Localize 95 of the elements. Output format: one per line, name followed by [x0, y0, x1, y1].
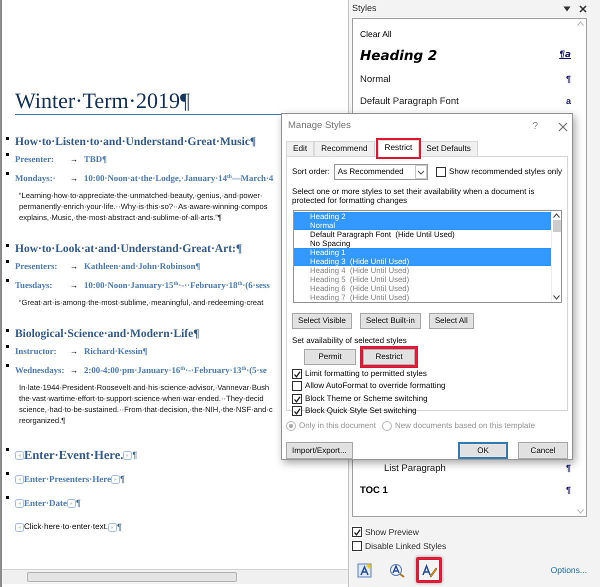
- help-button[interactable]: ?: [532, 119, 538, 134]
- paragraph-mark: ¶: [117, 521, 122, 534]
- paragraph-mark: ¶: [132, 449, 138, 462]
- tab[interactable]: Recommend: [314, 140, 375, 156]
- checkbox[interactable]: [436, 166, 446, 176]
- bullet-icon: [6, 345, 9, 348]
- tab[interactable]: Edit: [286, 140, 314, 156]
- tab[interactable]: Restrict: [378, 140, 420, 156]
- style-name[interactable]: Clear All: [360, 28, 392, 40]
- dialog-button[interactable]: Import/Export...: [286, 442, 353, 460]
- section-heading: How·to·Look·at·and·Understand·Great·Art:¶: [15, 242, 242, 257]
- style-name[interactable]: TOC 1: [360, 484, 388, 498]
- tab[interactable]: Set Defaults: [419, 140, 478, 156]
- style-type-mark: ¶: [566, 73, 571, 86]
- checkbox-label: Block Theme or Scheme switching: [305, 392, 428, 405]
- options-link[interactable]: Options...: [550, 564, 587, 576]
- bullet-icon: [6, 279, 9, 282]
- detail-value: 10:00·Noon·January·15$^{th}$·-··February·18$^{th}$·(6·sess: [84, 279, 270, 292]
- detail-value: 10:00·Noon·at·the·Lodge,·January·14$^{th}$—March·4: [84, 172, 274, 185]
- checkbox[interactable]: [292, 406, 302, 416]
- tab-arrow: →: [70, 261, 79, 273]
- select-button[interactable]: Select All: [428, 312, 474, 328]
- tab-arrow: →: [70, 365, 79, 377]
- style-type-mark: a: [566, 95, 571, 108]
- checkbox[interactable]: [352, 527, 362, 537]
- style-name[interactable]: Normal: [360, 72, 391, 88]
- checkbox[interactable]: [292, 368, 302, 379]
- checkbox-label: Allow AutoFormat to override formatting: [305, 380, 446, 392]
- style-name[interactable]: Default Paragraph Font: [360, 94, 459, 110]
- scroll-down-icon[interactable]: [553, 294, 560, 300]
- availability-button[interactable]: Permit: [304, 348, 356, 364]
- close-icon[interactable]: [579, 5, 587, 13]
- radio-label: Only in this document: [299, 420, 376, 432]
- scroll-up-icon[interactable]: [553, 212, 560, 218]
- detail-label: Mondays:·: [15, 172, 57, 185]
- radio-label: New documents based on this template: [394, 420, 536, 432]
- scrollbar-thumb[interactable]: [27, 572, 237, 582]
- field-label: Sort order:: [292, 166, 330, 178]
- detail-value: Richard·Kessin¶: [84, 345, 148, 358]
- checkbox-label: Block Quick Style Set switching: [305, 405, 417, 418]
- checkbox-label: Show recommended styles only: [449, 166, 562, 178]
- dialog-button[interactable]: Cancel: [518, 442, 568, 460]
- detail-label: Tuesdays:: [15, 279, 54, 292]
- checkbox-label: Show Preview: [365, 526, 419, 538]
- detail-value: Kathleen·and·John·Robinson¶: [84, 260, 200, 273]
- style-type-mark: ¶: [566, 462, 571, 476]
- bullet-icon: [6, 496, 9, 499]
- section-label: Set availability of selected styles: [292, 334, 408, 346]
- bullet-icon: [6, 472, 9, 475]
- scrollbar-thumb[interactable]: [552, 220, 560, 232]
- bullet-icon: [6, 244, 9, 247]
- bullet-icon: [6, 260, 9, 263]
- tab-arrow: →: [70, 173, 79, 185]
- detail-label: Presenters:: [15, 260, 58, 273]
- tab-arrow: →: [70, 346, 79, 358]
- paragraph-mark: ¶: [76, 497, 81, 510]
- detail-value: 2:00-4:00·pm·January·16$^{th}$·-·February·13$^{th}$·(5·se: [84, 364, 267, 377]
- checkbox[interactable]: [292, 394, 302, 404]
- placeholder-text[interactable]: Enter·Date: [24, 493, 67, 513]
- checkbox[interactable]: [352, 541, 362, 551]
- checkbox-label: Limit formatting to permitted styles: [305, 368, 427, 380]
- bullet-icon: [6, 153, 9, 156]
- bullet-icon: [6, 448, 9, 451]
- bullet-icon: [6, 364, 9, 367]
- style-type-mark: ¶a: [559, 49, 571, 62]
- dropdown-arrow-icon[interactable]: [563, 6, 571, 12]
- bullet-icon: [6, 172, 9, 175]
- section-heading: How·to·Listen·to·and·Understand·Great·Music¶: [15, 135, 256, 150]
- checkbox[interactable]: [292, 381, 302, 392]
- manage-styles-icon[interactable]: [416, 557, 442, 583]
- pane-title: Styles: [352, 2, 377, 16]
- style-name[interactable]: Heading 2: [360, 46, 438, 66]
- dialog-title: Manage Styles: [288, 119, 351, 134]
- sort-order-dropdown[interactable]: As Recommended: [334, 164, 428, 180]
- select-button[interactable]: Select Visible: [292, 312, 352, 328]
- tab-arrow: →: [70, 154, 79, 166]
- horizontal-scrollbar[interactable]: [2, 569, 348, 584]
- placeholder-text[interactable]: Enter·Event·Here.: [24, 445, 124, 465]
- dialog-button[interactable]: OK: [458, 442, 508, 460]
- style-name[interactable]: List Paragraph: [384, 462, 446, 476]
- instruction-text: Select one or more styles to set their availability when a document is protected for formatting changes: [292, 186, 536, 206]
- style-type-mark: ¶: [566, 484, 571, 498]
- placeholder-text[interactable]: Enter·Presenters·Here: [24, 469, 112, 489]
- placeholder-text[interactable]: Click·here·to·enter·text.: [24, 517, 108, 537]
- section-heading: Biological·Science·and·Modern·Life¶: [15, 327, 200, 342]
- detail-label: Presenter:: [15, 153, 55, 166]
- checkbox-label: Disable Linked Styles: [365, 540, 446, 552]
- detail-label: Wednesdays:: [15, 364, 66, 377]
- detail-value: TBD¶: [84, 153, 107, 166]
- paragraph-mark: ¶: [120, 473, 125, 486]
- bullet-icon: [6, 137, 9, 140]
- tab-arrow: →: [70, 280, 79, 292]
- bullet-icon: [6, 329, 9, 332]
- detail-label: Instructor:: [15, 345, 58, 358]
- select-button[interactable]: Select Built-in: [360, 312, 421, 328]
